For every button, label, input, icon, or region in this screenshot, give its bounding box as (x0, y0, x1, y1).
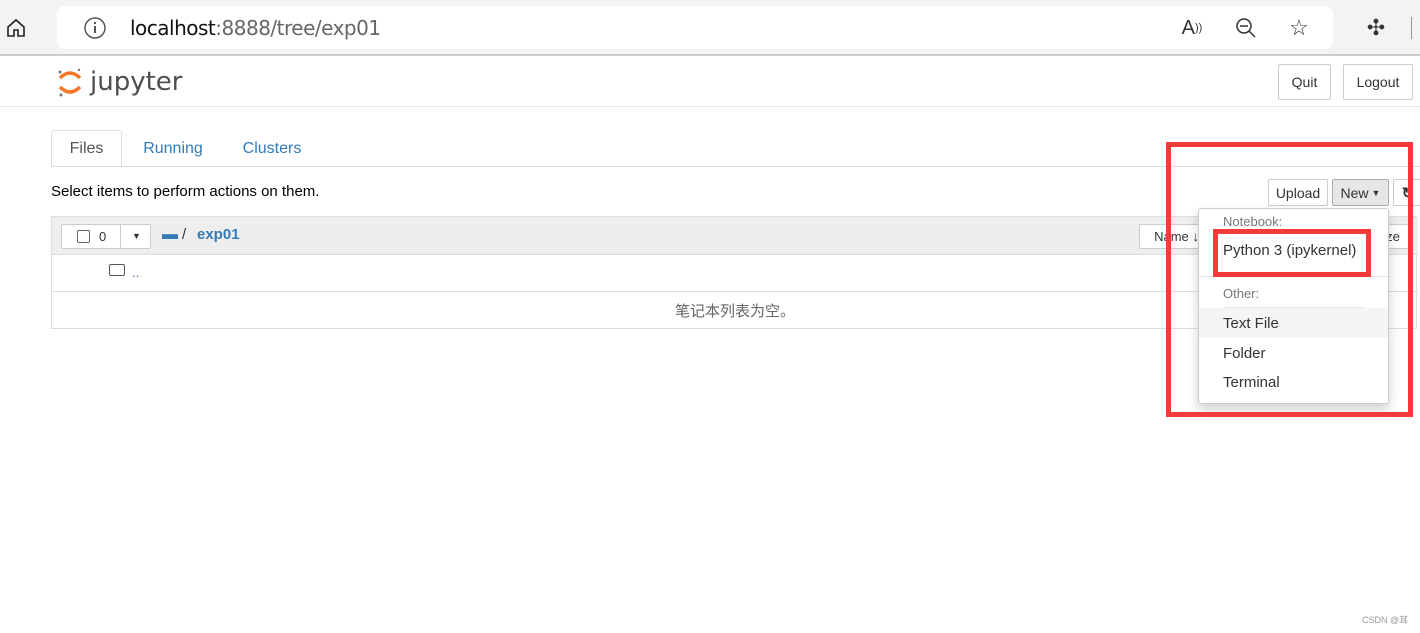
divider (120, 225, 121, 248)
annotation-highlight-outer (1166, 142, 1413, 417)
parent-link[interactable]: .. (132, 265, 139, 280)
toolbar-divider (1411, 17, 1412, 39)
selected-count: 0 (99, 229, 107, 244)
watermark: CSDN @耳 (1362, 615, 1409, 625)
zoom-out-icon[interactable] (1232, 14, 1260, 42)
favorite-add-icon[interactable]: ☆ (1285, 14, 1313, 42)
home-icon[interactable] (2, 14, 30, 42)
folder-icon: ▬ (162, 226, 178, 243)
breadcrumb-root[interactable]: / (182, 226, 186, 243)
checkbox[interactable] (77, 230, 90, 243)
tab-clusters[interactable]: Clusters (232, 130, 312, 167)
url-path: :8888/tree/exp01 (215, 16, 381, 40)
extensions-icon[interactable]: ✣ (1362, 14, 1390, 42)
info-icon[interactable] (83, 16, 107, 40)
logout-button[interactable]: Logout (1343, 64, 1413, 100)
breadcrumb-folder[interactable]: exp01 (197, 226, 240, 243)
annotation-highlight-python (1213, 229, 1371, 277)
jupyter-logo[interactable]: jupyter (56, 66, 186, 98)
browser-toolbar: localhost:8888/tree/exp01 A)) ☆ ✣ (0, 0, 1420, 56)
read-aloud-icon[interactable]: A)) (1178, 14, 1206, 42)
url-host: localhost (130, 16, 216, 40)
select-all-checkbox[interactable]: 0 ▼ (61, 224, 151, 249)
selection-hint: Select items to perform actions on them. (51, 183, 320, 200)
tab-running[interactable]: Running (133, 130, 213, 167)
jupyter-logo-text: jupyter (90, 67, 183, 97)
quit-button[interactable]: Quit (1278, 64, 1331, 100)
url-text[interactable]: localhost:8888/tree/exp01 (130, 16, 381, 40)
jupyter-header: jupyter Quit Logout (0, 58, 1420, 107)
tab-files[interactable]: Files (51, 130, 122, 167)
jupyter-logo-icon (58, 68, 82, 97)
folder-open-icon (109, 264, 125, 276)
caret-down-icon[interactable]: ▼ (132, 231, 141, 241)
